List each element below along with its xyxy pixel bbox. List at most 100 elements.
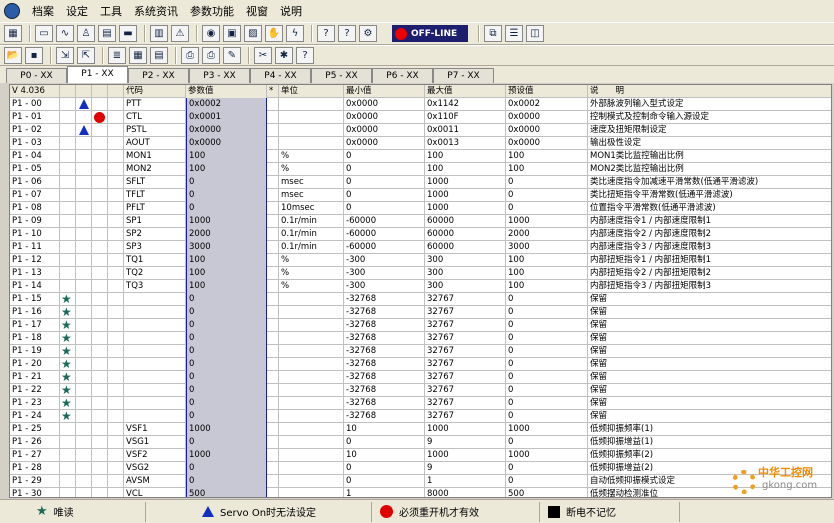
cell-val[interactable]: 0x0002	[186, 98, 267, 111]
table-row[interactable]: P1 - 25 VSF1 1000 10 1000 1000 低频抑振频率(1)	[10, 423, 831, 436]
cell-val[interactable]: 0	[186, 306, 267, 319]
circle-icon[interactable]: ◉	[202, 25, 220, 42]
cell-val[interactable]: 0	[186, 345, 267, 358]
table-row[interactable]: P1 - 29 AVSM 0 0 1 0 自动低频抑振模式设定	[10, 475, 831, 488]
menu-item-2[interactable]: 工具	[94, 3, 128, 19]
cell-val[interactable]: 0x0001	[186, 111, 267, 124]
tab-p4[interactable]: P4 - XX	[250, 68, 311, 83]
cell-val[interactable]: 0	[186, 189, 267, 202]
cell-val[interactable]: 100	[186, 254, 267, 267]
person-icon[interactable]: ♙	[77, 25, 95, 42]
cell-val[interactable]: 0	[186, 410, 267, 423]
cascade-icon[interactable]: ⧉	[484, 25, 502, 42]
save-icon[interactable]: ▪	[25, 47, 43, 64]
edit-icon[interactable]: ✎	[223, 47, 241, 64]
table-row[interactable]: P1 - 14 TQ3 100% -300 300 100 内部扭矩指令3 / 内部扭矩限制…	[10, 280, 831, 293]
table-row[interactable]: P1 - 30 VCL 500 1 8000 500 低频摆动检测准位	[10, 488, 831, 497]
cell-val[interactable]: 100	[186, 163, 267, 176]
cell-val[interactable]: 0	[186, 436, 267, 449]
cell-val[interactable]: 3000	[186, 241, 267, 254]
tab-p1[interactable]: P1 - XX	[67, 66, 128, 83]
table-row[interactable]: P1 - 18 ★ 0 -32768 32767 0 保留	[10, 332, 831, 345]
table-row[interactable]: P1 - 07 TFLT 0 msec 0 1000 0 类比扭矩指令平滑常数(低通平滑滤波)	[10, 189, 831, 202]
menu-item-1[interactable]: 设定	[60, 3, 94, 19]
table-row[interactable]: P1 - 02 PSTL 0x0000 0x0000 0x0011 0x0000 速度及扭矩…	[10, 124, 831, 137]
menu-item-4[interactable]: 参数功能	[184, 3, 240, 19]
cell-val[interactable]: 100	[186, 267, 267, 280]
chart-icon[interactable]: ▨	[244, 25, 262, 42]
cell-val[interactable]: 500	[186, 488, 267, 497]
menu-item-5[interactable]: 视窗	[240, 3, 274, 19]
tile-v-icon[interactable]: ◫	[526, 25, 544, 42]
param-icon[interactable]: ≣	[108, 47, 126, 64]
terminal-icon[interactable]: ▤	[98, 25, 116, 42]
table-row[interactable]: P1 - 00 PTT 0x0002 0x0000 0x1142 0x0002 外部脉波列输…	[10, 98, 831, 111]
table-icon[interactable]: ▤	[150, 47, 168, 64]
table-row[interactable]: P1 - 09 SP1 1000 0.1r/min -60000 60000 1000 内部速…	[10, 215, 831, 228]
grid-icon[interactable]: ▦	[129, 47, 147, 64]
table-row[interactable]: P1 - 22 ★ 0 -32768 32767 0 保留	[10, 384, 831, 397]
help2-icon[interactable]: ?	[338, 25, 356, 42]
cell-val[interactable]: 0	[186, 319, 267, 332]
layout-icon[interactable]: ▦	[4, 25, 22, 42]
tab-p2[interactable]: P2 - XX	[128, 68, 189, 83]
tab-p0[interactable]: P0 - XX	[6, 68, 67, 83]
hand-icon[interactable]: ✋	[265, 25, 283, 42]
offline-indicator[interactable]: OFF-LINE	[392, 25, 468, 42]
table-row[interactable]: P1 - 16 ★ 0 -32768 32767 0 保留	[10, 306, 831, 319]
cell-val[interactable]: 0	[186, 202, 267, 215]
warning-icon[interactable]: ⚠	[171, 25, 189, 42]
print-icon[interactable]: ⎙	[181, 47, 199, 64]
table-row[interactable]: P1 - 12 TQ1 100% -300 300 100 内部扭矩指令1 / 内部扭矩限制…	[10, 254, 831, 267]
table-row[interactable]: P1 - 10 SP2 2000 0.1r/min -60000 60000 2000 内部速…	[10, 228, 831, 241]
table-row[interactable]: P1 - 01 CTL 0x0001 0x0000 0x110F 0x0000 控制模式及控…	[10, 111, 831, 124]
bug-icon[interactable]: ✱	[275, 47, 293, 64]
capture-icon[interactable]: ▣	[223, 25, 241, 42]
cell-val[interactable]: 0	[186, 358, 267, 371]
open-icon[interactable]: 📂	[4, 47, 22, 64]
cell-val[interactable]: 100	[186, 150, 267, 163]
cell-val[interactable]: 0	[186, 176, 267, 189]
cell-val[interactable]: 0x0000	[186, 124, 267, 137]
tools-icon[interactable]: ✂	[254, 47, 272, 64]
table-row[interactable]: P1 - 20 ★ 0 -32768 32767 0 保留	[10, 358, 831, 371]
table-row[interactable]: P1 - 06 SFLT 0 msec 0 1000 0 类比速度指令加减速平滑常数(低通平滑…	[10, 176, 831, 189]
table-row[interactable]: P1 - 03 AOUT 0x0000 0x0000 0x0013 0x0000 输出极性设…	[10, 137, 831, 150]
cell-val[interactable]: 0	[186, 371, 267, 384]
cell-val[interactable]: 0	[186, 384, 267, 397]
cell-val[interactable]: 0	[186, 293, 267, 306]
table-row[interactable]: P1 - 27 VSF2 1000 10 1000 1000 低频抑振频率(2)	[10, 449, 831, 462]
scope-icon[interactable]: ∿	[56, 25, 74, 42]
cell-val[interactable]: 1000	[186, 215, 267, 228]
cell-val[interactable]: 0	[186, 332, 267, 345]
cell-val[interactable]: 100	[186, 280, 267, 293]
table-row[interactable]: P1 - 28 VSG2 0 0 9 0 低频抑振增益(2)	[10, 462, 831, 475]
tab-p7[interactable]: P7 - XX	[433, 68, 494, 83]
table-row[interactable]: P1 - 24 ★ 0 -32768 32767 0 保留	[10, 410, 831, 423]
tile-h-icon[interactable]: ☰	[505, 25, 523, 42]
cell-val[interactable]: 1000	[186, 449, 267, 462]
printer2-icon[interactable]: ⎙	[202, 47, 220, 64]
cell-val[interactable]: 0	[186, 475, 267, 488]
table-row[interactable]: P1 - 26 VSG1 0 0 9 0 低频抑振增益(1)	[10, 436, 831, 449]
table-row[interactable]: P1 - 23 ★ 0 -32768 32767 0 保留	[10, 397, 831, 410]
panel-icon[interactable]: ▥	[150, 25, 168, 42]
help-icon[interactable]: ?	[296, 47, 314, 64]
wrench-icon[interactable]: ⚙	[359, 25, 377, 42]
menu-item-0[interactable]: 档案	[26, 3, 60, 19]
cell-val[interactable]: 1000	[186, 423, 267, 436]
tab-p6[interactable]: P6 - XX	[372, 68, 433, 83]
table-row[interactable]: P1 - 08 PFLT 0 10msec 0 1000 0 位置指令平滑常数(低通平滑滤波)	[10, 202, 831, 215]
cell-val[interactable]: 0	[186, 397, 267, 410]
disk-icon[interactable]: ▬	[119, 25, 137, 42]
table-row[interactable]: P1 - 05 MON2 100% 0 100 100 MON2类比监控输出比例	[10, 163, 831, 176]
cell-val[interactable]: 0x0000	[186, 137, 267, 150]
monitor-icon[interactable]: ▭	[35, 25, 53, 42]
tab-p3[interactable]: P3 - XX	[189, 68, 250, 83]
help-icon[interactable]: ?	[317, 25, 335, 42]
table-row[interactable]: P1 - 04 MON1 100% 0 100 100 MON1类比监控输出比例	[10, 150, 831, 163]
export-icon[interactable]: ⇱	[77, 47, 95, 64]
table-row[interactable]: P1 - 21 ★ 0 -32768 32767 0 保留	[10, 371, 831, 384]
table-row[interactable]: P1 - 15 ★ 0 -32768 32767 0 保留	[10, 293, 831, 306]
cell-val[interactable]: 2000	[186, 228, 267, 241]
